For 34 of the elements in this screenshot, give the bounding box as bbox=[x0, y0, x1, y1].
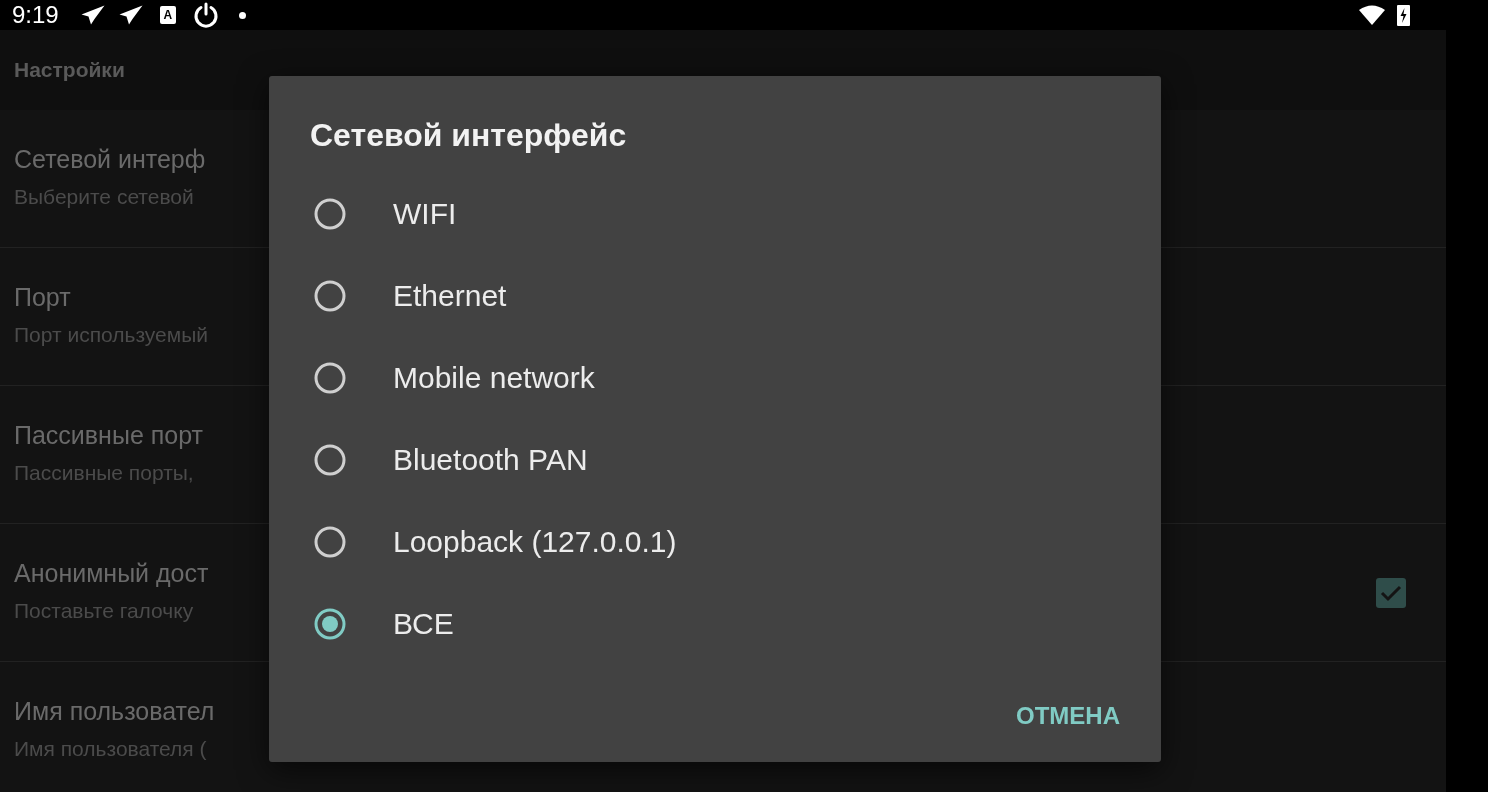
radio-button[interactable] bbox=[314, 280, 346, 312]
radio-option[interactable]: Ethernet bbox=[269, 255, 527, 337]
setting-summary: Поставьте галочку bbox=[14, 597, 195, 624]
radio-option[interactable]: Bluetooth PAN bbox=[269, 419, 608, 501]
power-icon bbox=[192, 2, 219, 28]
radio-button[interactable] bbox=[314, 198, 346, 230]
setting-summary: Выберите сетевой bbox=[14, 183, 195, 210]
dot-icon bbox=[238, 11, 246, 19]
radio-button[interactable] bbox=[314, 526, 346, 558]
setting-title: Имя пользовател bbox=[14, 695, 215, 726]
setting-summary: Пассивные порты, bbox=[14, 459, 195, 486]
radio-option[interactable]: ВСЕ bbox=[269, 583, 474, 665]
letter-icon: A bbox=[159, 6, 176, 24]
app-bar-title: Настройки bbox=[14, 57, 125, 84]
radio-option[interactable]: WIFI bbox=[269, 173, 477, 255]
setting-title: Порт bbox=[14, 281, 72, 312]
setting-title: Сетевой интерф bbox=[14, 143, 206, 174]
radio-option[interactable]: Loopback (127.0.0.1) bbox=[269, 501, 697, 583]
setting-summary: Имя пользователя ( bbox=[14, 735, 208, 762]
radio-option[interactable]: Mobile network bbox=[269, 337, 615, 419]
dialog-title: Сетевой интерфейс bbox=[310, 116, 627, 154]
setting-title: Анонимный дост bbox=[14, 557, 209, 588]
radio-button[interactable] bbox=[314, 444, 346, 476]
paper-plane-icon bbox=[118, 5, 143, 25]
clock-time: 9:19 bbox=[12, 3, 59, 27]
radio-button[interactable] bbox=[314, 362, 346, 394]
paper-plane-icon bbox=[80, 5, 105, 25]
setting-title: Пассивные порт bbox=[14, 419, 203, 450]
setting-summary: Порт используемый bbox=[14, 321, 209, 348]
checkbox[interactable] bbox=[1376, 577, 1406, 608]
wifi-icon bbox=[1359, 5, 1385, 25]
battery-charging-icon bbox=[1397, 4, 1410, 26]
dialog-action-button[interactable]: ОТМЕНА bbox=[1005, 696, 1131, 736]
radio-button[interactable] bbox=[314, 608, 346, 640]
